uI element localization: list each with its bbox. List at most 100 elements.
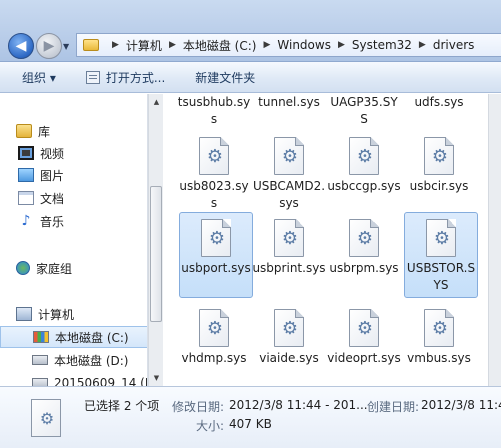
nav-item-label: 20150609_14 (H — [54, 376, 148, 386]
gear-icon: ⚙ — [281, 228, 299, 249]
file-list-scrollbar[interactable] — [488, 94, 501, 386]
nav-item-homegroup[interactable]: 家庭组 — [0, 257, 147, 279]
nav-item-drive-c[interactable]: 本地磁盘 (C:) — [0, 326, 147, 348]
breadcrumb[interactable]: ▶ 计算机 ▶ 本地磁盘 (C:) ▶ Windows ▶ System32 ▶… — [76, 33, 501, 57]
file-item[interactable]: ⚙ USBCAMD2.sys — [252, 130, 326, 216]
system-file-icon: ⚙ — [274, 219, 304, 257]
nav-item-label: 视频 — [40, 146, 65, 161]
homegroup-icon — [16, 261, 30, 275]
file-item[interactable]: ⚙ usbrpm.sys — [327, 212, 401, 298]
chevron-right-icon[interactable]: ▶ — [263, 40, 270, 50]
system-file-icon: ⚙ — [349, 137, 379, 175]
library-icon — [16, 124, 32, 138]
command-bar: 组织 ▾ 打开方式... 新建文件夹 — [0, 62, 501, 93]
chevron-right-icon[interactable]: ▶ — [338, 40, 345, 50]
system-file-icon: ⚙ — [199, 137, 229, 175]
pictures-icon — [18, 168, 34, 182]
nav-item-music[interactable]: ♪ 音乐 — [0, 210, 147, 232]
drive-d-icon — [32, 355, 48, 365]
file-item[interactable]: ⚙ usbcir.sys — [402, 130, 476, 216]
file-item[interactable]: ⚙ tsusbhub.sys — [177, 94, 251, 132]
scroll-up-arrow-icon[interactable]: ▲ — [149, 94, 164, 110]
file-item[interactable]: ⚙ usb8023.sys — [177, 130, 251, 216]
drive-c-icon — [33, 331, 49, 343]
nav-pane-scrollbar[interactable]: ▲ ▼ — [148, 94, 163, 386]
nav-item-label: 音乐 — [40, 214, 65, 229]
crumb-system32[interactable]: System32 — [352, 38, 412, 52]
file-name: vhdmp.sys — [181, 351, 247, 365]
file-name: usbport.sys — [181, 261, 251, 275]
system-file-icon: ⚙ — [424, 137, 454, 175]
file-name: usbcir.sys — [409, 179, 469, 193]
file-item-selected[interactable]: ⚙ usbport.sys — [179, 212, 253, 298]
new-folder-button[interactable]: 新建文件夹 — [195, 69, 255, 86]
file-name: videoprt.sys — [327, 351, 401, 365]
system-file-icon: ⚙ — [274, 137, 304, 175]
music-icon: ♪ — [21, 213, 31, 229]
gear-icon: ⚙ — [281, 146, 299, 167]
file-name: USBCAMD2.sys — [252, 179, 326, 210]
nav-item-drive-d[interactable]: 本地磁盘 (D:) — [0, 349, 147, 371]
nav-item-label: 文档 — [40, 191, 65, 206]
chevron-right-icon[interactable]: ▶ — [419, 40, 426, 50]
nav-item-label: 本地磁盘 (C:) — [55, 330, 129, 345]
file-name: tunnel.sys — [258, 95, 320, 109]
file-item[interactable]: ⚙ udfs.sys — [402, 94, 476, 132]
nav-item-pictures[interactable]: 图片 — [0, 164, 147, 186]
back-button[interactable]: ◀ — [8, 33, 34, 59]
gear-icon: ⚙ — [356, 318, 374, 339]
organize-button[interactable]: 组织 ▾ — [22, 69, 56, 86]
scrollbar-thumb[interactable] — [150, 186, 162, 322]
system-file-icon: ⚙ — [426, 219, 456, 257]
file-item[interactable]: ⚙ UAGP35.SYS — [327, 94, 401, 132]
gear-icon: ⚙ — [208, 228, 226, 249]
file-item[interactable]: ⚙ vhdmp.sys — [177, 302, 251, 386]
forward-button[interactable]: ▶ — [36, 33, 62, 59]
video-icon — [18, 146, 34, 160]
nav-item-label: 库 — [38, 124, 51, 139]
chevron-right-icon[interactable]: ▶ — [112, 40, 119, 50]
system-file-icon: ⚙ — [31, 399, 61, 437]
file-item[interactable]: ⚙ viaide.sys — [252, 302, 326, 386]
chevron-right-icon[interactable]: ▶ — [169, 40, 176, 50]
file-name: viaide.sys — [259, 351, 319, 365]
nav-item-video[interactable]: 视频 — [0, 142, 147, 164]
file-item[interactable]: ⚙ videoprt.sys — [327, 302, 401, 386]
file-name: UAGP35.SYS — [330, 95, 398, 126]
file-list-pane: ⚙ tsusbhub.sys ⚙ tunnel.sys ⚙ UAGP35.SYS… — [164, 94, 501, 386]
nav-item-drive-h[interactable]: 20150609_14 (H — [0, 372, 148, 386]
crumb-drive-c[interactable]: 本地磁盘 (C:) — [183, 37, 257, 54]
file-item[interactable]: ⚙ tunnel.sys — [252, 94, 326, 132]
file-item[interactable]: ⚙ usbprint.sys — [252, 212, 326, 298]
gear-icon: ⚙ — [431, 318, 449, 339]
nav-item-library[interactable]: 库 — [0, 120, 147, 142]
scroll-down-arrow-icon[interactable]: ▼ — [149, 370, 164, 386]
gear-icon: ⚙ — [206, 318, 224, 339]
created-date-label: 创建日期: — [367, 400, 420, 414]
computer-icon — [16, 307, 32, 321]
gear-icon: ⚙ — [431, 146, 449, 167]
system-file-icon: ⚙ — [199, 309, 229, 347]
file-item[interactable]: ⚙ usbccgp.sys — [327, 130, 401, 216]
navigation-pane: 库 视频 图片 文档 ♪ 音乐 家庭组 计算机 本地磁盘 (C:) 本地磁盘 (… — [0, 94, 148, 386]
modified-date-label: 修改日期: — [172, 400, 225, 414]
documents-icon — [18, 191, 34, 205]
open-with-button[interactable]: 打开方式... — [85, 69, 165, 86]
size-label: 大小: — [196, 419, 225, 433]
crumb-windows[interactable]: Windows — [277, 38, 331, 52]
nav-item-documents[interactable]: 文档 — [0, 187, 147, 209]
recent-pages-dropdown[interactable]: ▼ — [63, 42, 69, 51]
file-name: usbccgp.sys — [327, 179, 401, 193]
nav-item-label: 图片 — [40, 168, 65, 183]
file-name: usb8023.sys — [179, 179, 249, 210]
file-name: udfs.sys — [414, 95, 464, 109]
crumb-computer[interactable]: 计算机 — [126, 37, 162, 54]
arrow-left-icon: ◀ — [15, 38, 27, 54]
modified-date-value: 2012/3/8 11:44 - 201... — [229, 398, 368, 412]
file-item-selected[interactable]: ⚙ USBSTOR.SYS — [404, 212, 478, 298]
nav-item-label: 本地磁盘 (D:) — [54, 353, 129, 368]
crumb-drivers[interactable]: drivers — [433, 38, 475, 52]
nav-item-computer[interactable]: 计算机 — [0, 303, 147, 325]
file-item[interactable]: ⚙ vmbus.sys — [402, 302, 476, 386]
created-date-value: 2012/3/8 11:44 - — [421, 398, 501, 412]
